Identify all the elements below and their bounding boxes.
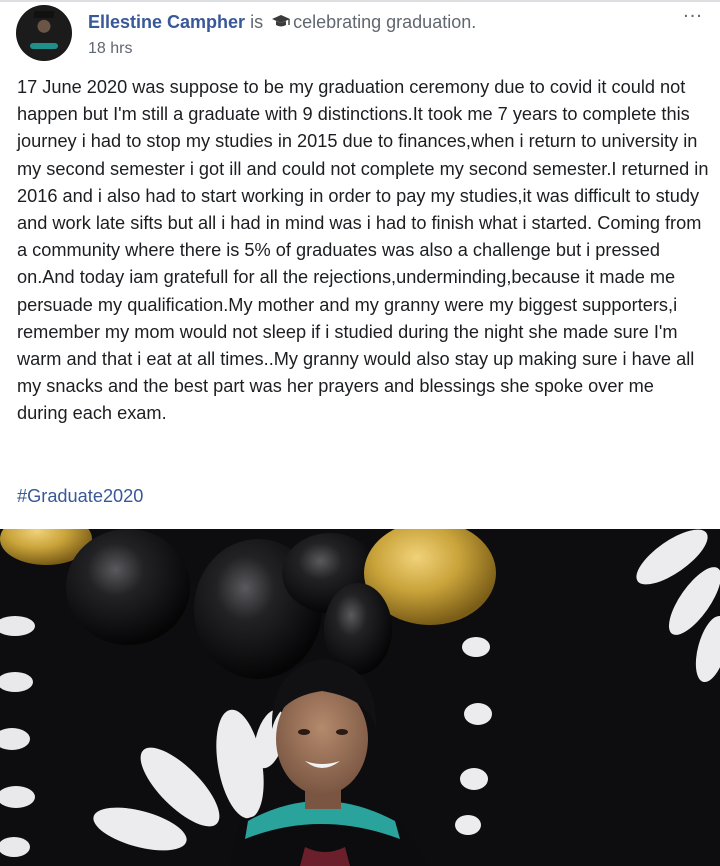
avatar-cap-shape bbox=[33, 11, 55, 18]
graduation-cap-icon bbox=[272, 15, 291, 27]
activity-text[interactable]: celebrating graduation. bbox=[293, 12, 476, 32]
avatar[interactable] bbox=[16, 5, 72, 61]
hashtag-link[interactable]: #Graduate2020 bbox=[17, 486, 143, 507]
avatar-hood-shape bbox=[30, 43, 58, 49]
verb-is: is bbox=[250, 12, 264, 32]
graduation-photo-illustration bbox=[0, 529, 720, 866]
post-timestamp[interactable]: 18 hrs bbox=[88, 40, 132, 58]
more-options-button[interactable]: ... bbox=[680, 1, 706, 22]
post-photo[interactable] bbox=[0, 529, 720, 866]
post-body: 17 June 2020 was suppose to be my gradua… bbox=[17, 74, 709, 428]
post-header: Ellestine Campher is celebrating graduat… bbox=[16, 1, 706, 64]
post-body-text: 17 June 2020 was suppose to be my gradua… bbox=[17, 77, 709, 424]
author-line: Ellestine Campher is celebrating graduat… bbox=[88, 11, 476, 33]
author-name[interactable]: Ellestine Campher bbox=[88, 12, 245, 32]
facebook-post: Ellestine Campher is celebrating graduat… bbox=[0, 0, 720, 866]
